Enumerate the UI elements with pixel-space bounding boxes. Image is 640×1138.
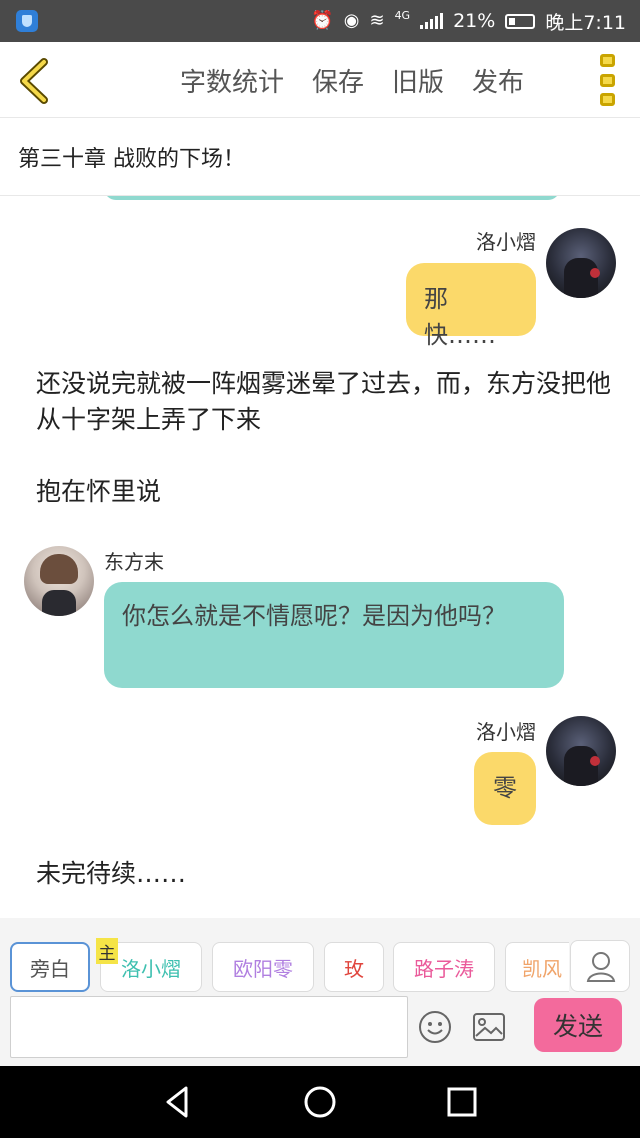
toolbar-actions: 字数统计 保存 旧版 发布 <box>180 42 524 118</box>
character-chip[interactable]: 路子涛 <box>393 942 495 992</box>
previous-bubble-edge <box>104 196 560 200</box>
menu-icon[interactable] <box>600 54 616 106</box>
wifi-icon: ≋ <box>369 10 385 31</box>
word-count-button[interactable]: 字数统计 <box>180 62 284 99</box>
message-input[interactable] <box>10 996 408 1058</box>
alarm-icon: ⏰ <box>311 10 334 31</box>
signal-icon <box>420 13 444 29</box>
emoji-icon[interactable] <box>418 1010 452 1044</box>
narration-text[interactable]: 未完待续…… <box>36 856 616 892</box>
user-icon[interactable] <box>570 940 630 992</box>
status-bar: ⏰ ◉ ≋ 4G 21% 晚上7:11 <box>0 0 640 42</box>
composer-panel: 旁白 洛小熠 主 欧阳零 玫 路子涛 凯风 发送 <box>0 918 640 1066</box>
eye-icon: ◉ <box>343 10 360 31</box>
security-shield-icon <box>16 10 38 32</box>
story-content[interactable]: 洛小熠 那快…… 还没说完就被一阵烟雾迷晕了过去，而，东方没把他从十字架上弄了下… <box>0 196 640 918</box>
avatar <box>24 546 94 616</box>
character-chip-narrator[interactable]: 旁白 <box>10 942 90 992</box>
character-chip[interactable]: 玫 <box>324 942 384 992</box>
nav-back-icon[interactable] <box>160 1084 196 1120</box>
nav-recents-icon[interactable] <box>444 1084 480 1120</box>
chat-bubble[interactable]: 那快…… <box>406 263 536 349</box>
clock: 晚上7:11 <box>545 11 626 34</box>
nav-home-icon[interactable] <box>302 1084 338 1120</box>
main-character-badge: 主 <box>96 938 118 964</box>
character-chip[interactable]: 欧阳零 <box>212 942 314 992</box>
image-icon[interactable] <box>472 1012 506 1042</box>
old-version-button[interactable]: 旧版 <box>392 62 444 99</box>
system-nav-bar <box>0 1066 640 1138</box>
status-icons: ⏰ ◉ ≋ 4G 21% 晚上7:11 <box>311 0 626 42</box>
back-chevron-icon[interactable] <box>14 56 58 106</box>
battery-icon <box>505 13 536 29</box>
chat-bubble[interactable]: 你怎么就是不情愿呢？是因为他吗？ <box>104 582 564 688</box>
speaker-name: 东方末 <box>104 550 164 574</box>
battery-percent: 21% <box>453 10 496 32</box>
narration-text[interactable]: 还没说完就被一阵烟雾迷晕了过去，而，东方没把他从十字架上弄了下来 <box>36 366 616 438</box>
speaker-name: 洛小熠 <box>476 230 536 254</box>
narration-text[interactable]: 抱在怀里说 <box>36 474 616 510</box>
network-type-label: 4G <box>394 8 411 22</box>
chat-bubble[interactable]: 零 <box>474 752 536 825</box>
save-button[interactable]: 保存 <box>312 62 364 99</box>
character-chip[interactable]: 凯风 <box>505 942 569 992</box>
publish-button[interactable]: 发布 <box>472 62 524 99</box>
chapter-title[interactable]: 第三十章 战败的下场！ <box>0 118 640 196</box>
editor-toolbar: 字数统计 保存 旧版 发布 <box>0 42 640 118</box>
avatar <box>546 716 616 786</box>
send-button[interactable]: 发送 <box>534 998 622 1052</box>
speaker-name: 洛小熠 <box>476 720 536 744</box>
avatar <box>546 228 616 298</box>
